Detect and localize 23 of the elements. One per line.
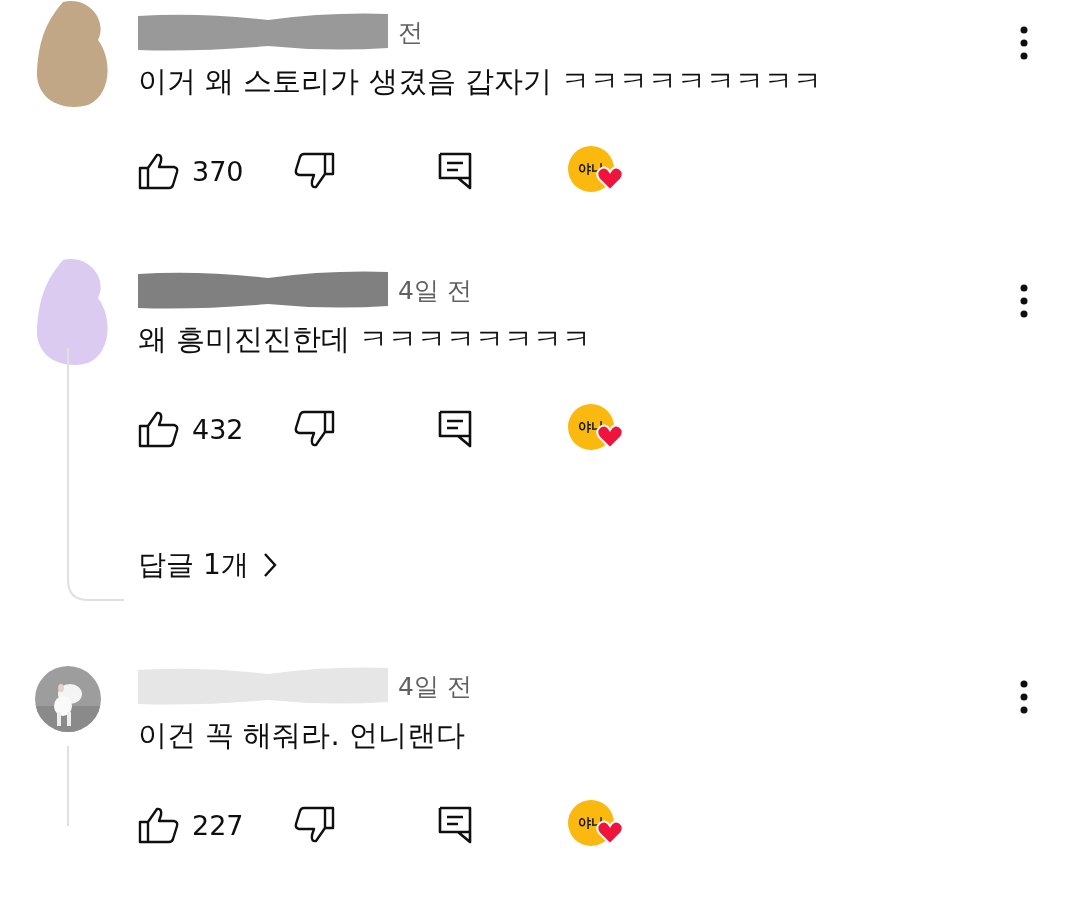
like-count: 227: [192, 809, 244, 841]
reply-icon[interactable]: [438, 410, 472, 448]
comment-text: 이건 꼭 해줘라. 언니랜다: [138, 717, 466, 754]
like-icon[interactable]: [138, 806, 180, 844]
like-icon[interactable]: [138, 152, 180, 190]
comment-time: 전: [398, 16, 423, 49]
more-icon[interactable]: [1020, 26, 1028, 60]
dislike-icon[interactable]: [293, 410, 335, 448]
more-icon[interactable]: [1020, 284, 1028, 318]
like-icon[interactable]: [138, 410, 180, 448]
replies-link[interactable]: 답글 1개: [138, 546, 277, 584]
like-count: 432: [192, 413, 244, 445]
like-count: 370: [192, 155, 244, 187]
reply-icon[interactable]: [438, 152, 472, 190]
more-icon[interactable]: [1020, 680, 1028, 714]
dislike-icon[interactable]: [293, 152, 335, 190]
chevron-icon: [262, 552, 277, 578]
comment-time: 4일 전: [398, 670, 472, 703]
dislike-icon[interactable]: [293, 806, 335, 844]
comment-text: 이거 왜 스토리가 생겼음 갑자기 ㅋㅋㅋㅋㅋㅋㅋㅋㅋ: [138, 63, 824, 100]
comment-text: 왜 흥미진진한데 ㅋㅋㅋㅋㅋㅋㅋㅋ: [138, 321, 593, 358]
comment-time: 4일 전: [398, 274, 472, 307]
reply-icon[interactable]: [438, 806, 472, 844]
